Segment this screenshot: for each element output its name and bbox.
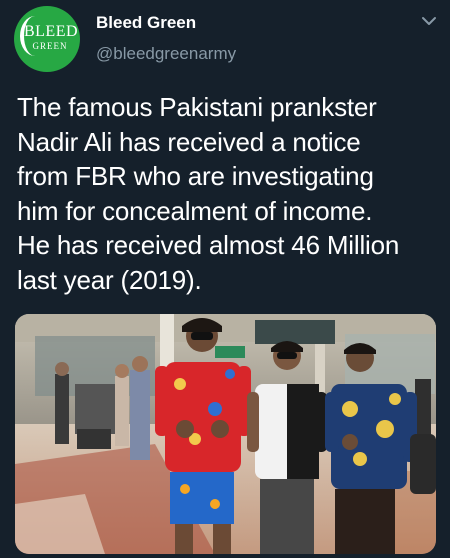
tweet-text: The famous Pakistani prankster Nadir Ali… <box>17 90 442 297</box>
tweet-text-line: He has received almost 46 Million <box>17 230 400 260</box>
avatar-logo-subtext: GREEN <box>32 41 68 51</box>
display-name[interactable]: Bleed Green <box>96 13 196 33</box>
tweet-text-line: him for concealment of income. <box>17 195 373 226</box>
tweet-text-line: Nadir Ali has received a notice <box>17 126 361 157</box>
chevron-down-icon[interactable] <box>420 12 438 30</box>
photo-illustration <box>15 314 436 554</box>
avatar-logo-text: BLEED <box>23 23 79 40</box>
tweet-text-line: The famous Pakistani prankster <box>17 92 377 122</box>
user-handle[interactable]: @bleedgreenarmy <box>96 44 236 64</box>
tweet-text-line: from FBR who are investigating <box>17 161 374 191</box>
tweet-text-line: last year (2019). <box>17 264 202 295</box>
tweet-photo[interactable] <box>15 314 436 554</box>
avatar[interactable]: BLEED GREEN <box>14 6 80 72</box>
